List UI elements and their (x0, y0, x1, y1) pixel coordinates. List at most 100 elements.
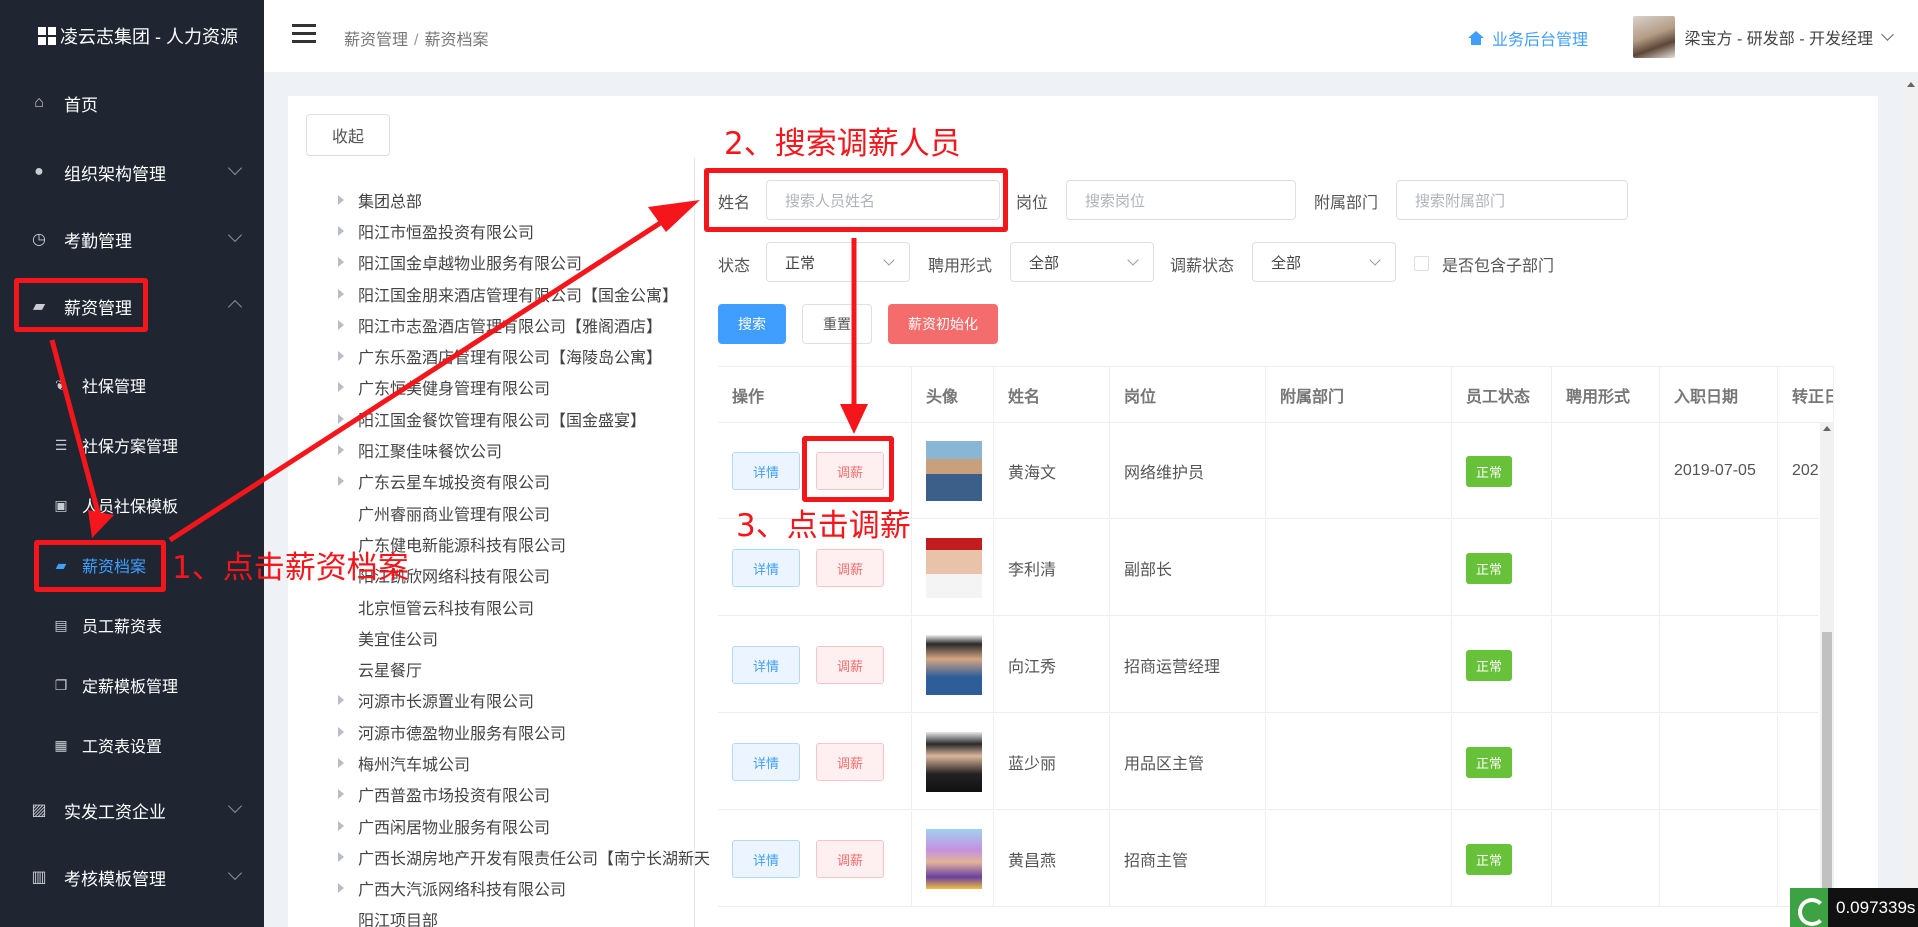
tree-node[interactable]: 阳江国金卓越物业服务有限公司 (338, 247, 720, 278)
salary-init-button[interactable]: 薪资初始化 (888, 304, 998, 344)
detail-button[interactable]: 详情 (732, 646, 800, 684)
biz-admin-link[interactable]: 业务后台管理 (1467, 26, 1588, 50)
cell-actions: 详情 调薪 (718, 714, 912, 810)
tree-node[interactable]: 广州睿丽商业管理有限公司 (338, 497, 720, 528)
menu-home[interactable]: ⌂ 首页 (0, 79, 264, 127)
sub-employee-salary[interactable]: ▤ 员工薪资表 (0, 602, 264, 648)
reset-button[interactable]: 重置 (802, 304, 872, 344)
cell-avatar (912, 423, 994, 519)
caret-right-icon[interactable] (338, 382, 344, 393)
tree-node[interactable]: 河源市德盈物业服务有限公司 (338, 716, 720, 747)
tree-node[interactable]: 广西普盈市场投资有限公司 (338, 779, 720, 810)
collapse-button[interactable]: 收起 (306, 114, 390, 156)
sub-label: 员工薪资表 (82, 619, 163, 636)
caret-right-icon[interactable] (338, 445, 344, 456)
status-badge: 正常 (1466, 649, 1513, 681)
adjust-salary-button[interactable]: 调薪 (816, 646, 884, 684)
sub-payroll-settings[interactable]: ▦ 工资表设置 (0, 722, 264, 768)
detail-button[interactable]: 详情 (732, 840, 800, 878)
tree-node[interactable]: 广东乐盈酒店管理有限公司【海陵岛公寓】 (338, 340, 720, 371)
scroll-thumb[interactable] (1822, 632, 1832, 927)
tree-node[interactable]: 北京恒管云科技有限公司 (338, 591, 720, 622)
search-button[interactable]: 搜索 (718, 304, 786, 344)
employee-photo (926, 538, 982, 598)
tree-node[interactable]: 梅州汽车城公司 (338, 747, 720, 778)
caret-right-icon[interactable] (338, 757, 344, 768)
tree-node[interactable]: 云星餐厅 (338, 653, 720, 684)
chevron-up-icon (227, 299, 243, 315)
tree-node[interactable]: 集团总部 (338, 184, 720, 215)
caret-right-icon[interactable] (338, 351, 344, 362)
sub-dept-label: 是否包含子部门 (1442, 258, 1555, 275)
caret-right-icon[interactable] (338, 257, 344, 268)
hire-select[interactable]: 全部 (1010, 242, 1154, 282)
sub-social-template[interactable]: ▣ 人员社保模板 (0, 482, 264, 528)
tree-node[interactable]: 广西长湖房地产开发有限责任公司【南宁长湖新天 (338, 841, 720, 872)
scroll-up-icon[interactable] (1823, 426, 1831, 431)
app-brand: 凌云志集团 - 人力资源 (0, 0, 264, 72)
menu-assess[interactable]: ▥ 考核模板管理 (0, 853, 264, 901)
cell-avatar (912, 520, 994, 616)
cell-status: 正常 (1452, 714, 1552, 810)
sub-label: 人员社保模板 (82, 499, 179, 516)
highlight-name-search (704, 168, 1008, 232)
adjust-salary-button[interactable]: 调薪 (816, 549, 884, 587)
cell-post: 用品区主管 (1110, 714, 1266, 810)
tree-node[interactable]: 广西大汽派网络科技有限公司 (338, 873, 720, 904)
menu-pay-company[interactable]: ▨ 实发工资企业 (0, 786, 264, 834)
tree-node[interactable]: 阳江市恒盈投资有限公司 (338, 215, 720, 246)
caret-right-icon[interactable] (338, 789, 344, 800)
cell-avatar (912, 714, 994, 810)
scroll-up-icon[interactable] (1907, 82, 1915, 87)
tree-node[interactable]: 阳江项目部 (338, 904, 720, 927)
tree-node[interactable]: 阳江聚佳味餐饮公司 (338, 434, 720, 465)
detail-button[interactable]: 详情 (732, 743, 800, 781)
caret-right-icon[interactable] (338, 413, 344, 424)
menu-attendance[interactable]: ◷ 考勤管理 (0, 215, 264, 263)
status-select[interactable]: 正常 (766, 242, 910, 282)
adjust-select[interactable]: 全部 (1252, 242, 1396, 282)
tree-node[interactable]: 阳江市志盈酒店管理有限公司【雅阁酒店】 (338, 309, 720, 340)
table-scrollbar[interactable] (1820, 422, 1834, 927)
tree-node[interactable]: 广东云星车城投资有限公司 (338, 466, 720, 497)
dept-search-input[interactable]: 搜索附属部门 (1396, 180, 1628, 220)
sub-social-plan[interactable]: ☰ 社保方案管理 (0, 422, 264, 468)
sub-dept-checkbox[interactable] (1414, 256, 1429, 271)
breadcrumb-parent[interactable]: 薪资管理 (344, 32, 408, 49)
detail-button[interactable]: 详情 (732, 452, 800, 490)
caret-right-icon[interactable] (338, 476, 344, 487)
adjust-salary-button[interactable]: 调薪 (816, 840, 884, 878)
tree-node[interactable]: 阳江国金餐饮管理有限公司【国金盛宴】 (338, 403, 720, 434)
post-label: 岗位 (1016, 195, 1049, 212)
caret-right-icon[interactable] (338, 225, 344, 236)
tree-node[interactable]: 广西闲居物业服务有限公司 (338, 810, 720, 841)
hire-label: 聘用形式 (928, 258, 993, 275)
caret-right-icon[interactable] (338, 319, 344, 330)
tree-node[interactable]: 美宜佳公司 (338, 622, 720, 653)
page-scrollbar[interactable] (1904, 78, 1918, 927)
caret-right-icon[interactable] (338, 883, 344, 894)
copy-icon: ❐ (54, 676, 68, 693)
timer-logo-icon (1790, 888, 1828, 927)
tree-node[interactable]: 河源市长源置业有限公司 (338, 685, 720, 716)
caret-right-icon[interactable] (338, 194, 344, 205)
tree-node[interactable]: 阳江国金朋来酒店管理有限公司【国金公寓】 (338, 278, 720, 309)
post-search-input[interactable]: 搜索岗位 (1066, 180, 1296, 220)
sub-social-security[interactable]: ❦ 社保管理 (0, 362, 264, 408)
adjust-label: 调薪状态 (1170, 258, 1235, 275)
caret-right-icon[interactable] (338, 288, 344, 299)
tree-node[interactable]: 广东恒美健身管理有限公司 (338, 372, 720, 403)
cell-actions: 详情 调薪 (718, 811, 912, 907)
caret-right-icon[interactable] (338, 851, 344, 862)
sub-fixed-template[interactable]: ❐ 定薪模板管理 (0, 662, 264, 708)
detail-button[interactable]: 详情 (732, 549, 800, 587)
menu-org[interactable]: ● 组织架构管理 (0, 148, 264, 196)
adjust-salary-button[interactable]: 调薪 (816, 743, 884, 781)
chevron-down-icon (1127, 254, 1139, 266)
dept-label: 附属部门 (1314, 195, 1379, 212)
menu-toggle-icon[interactable] (292, 24, 316, 48)
caret-right-icon[interactable] (338, 820, 344, 831)
caret-right-icon[interactable] (338, 695, 344, 706)
caret-right-icon[interactable] (338, 726, 344, 737)
user-menu[interactable]: 梁宝方 - 研发部 - 开发经理 (1632, 16, 1894, 58)
